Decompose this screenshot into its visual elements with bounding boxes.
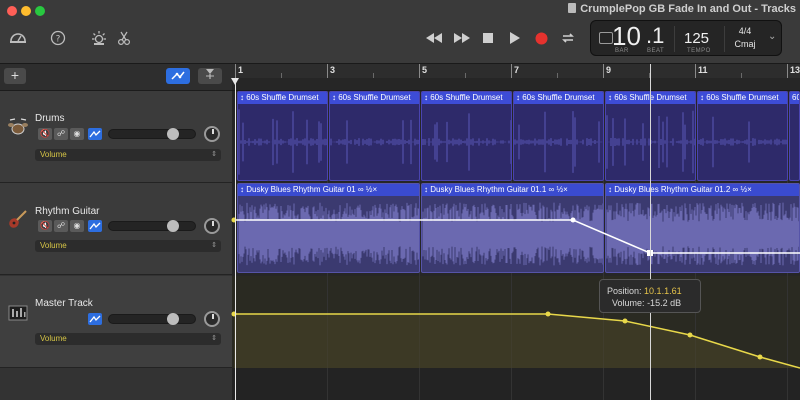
automation-point[interactable] — [570, 217, 576, 223]
master-automation-fill — [234, 314, 800, 368]
guitar-automation-line[interactable] — [234, 219, 800, 254]
tooltip-volume-label: Volume: — [612, 298, 645, 308]
automation-layer — [231, 217, 800, 369]
automation-point[interactable] — [545, 311, 551, 317]
automation-point[interactable] — [687, 332, 693, 338]
playhead-handle[interactable] — [231, 78, 239, 85]
automation-point[interactable] — [622, 318, 628, 324]
pointer-position-line — [650, 64, 651, 400]
automation-tooltip: Position: 10.1.1.61 Volume: -15.2 dB — [599, 279, 701, 313]
tooltip-position-value: 10.1.1.61 — [644, 286, 682, 296]
tooltip-position-label: Position: — [607, 286, 642, 296]
automation-point[interactable] — [757, 354, 763, 360]
tooltip-volume-value: -15.2 dB — [647, 298, 682, 308]
playhead[interactable] — [235, 78, 236, 400]
